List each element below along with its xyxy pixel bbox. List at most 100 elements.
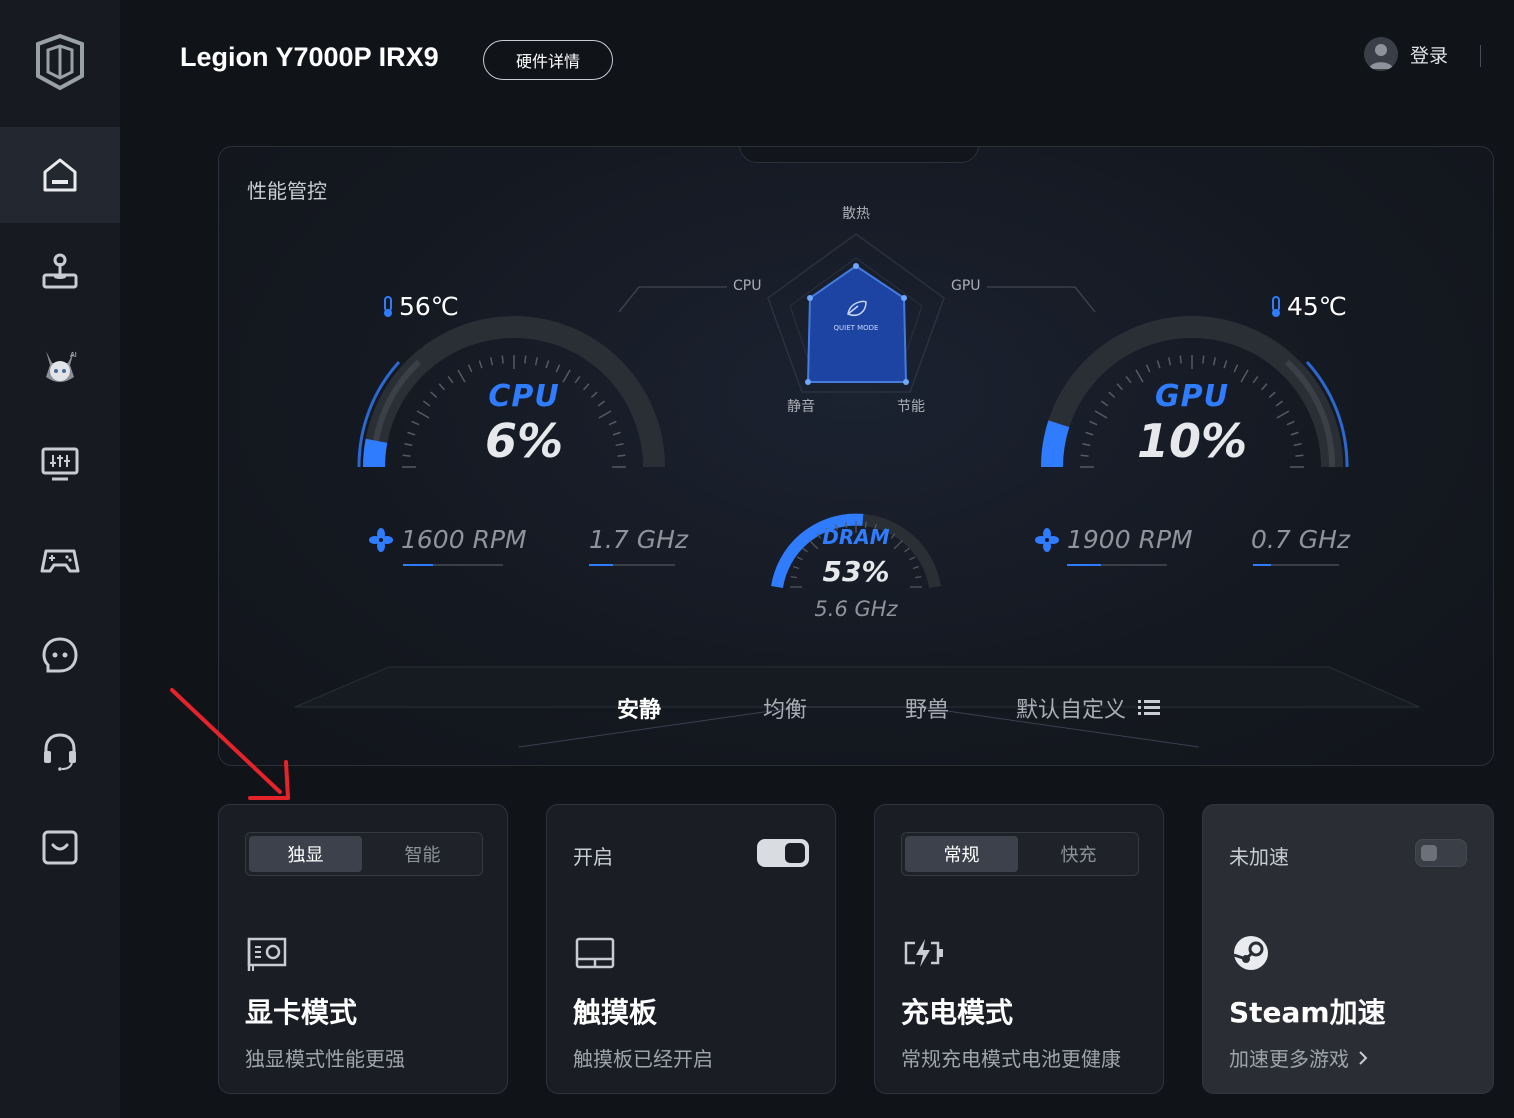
store-bag-icon: [42, 830, 78, 865]
radar-label-power-saving: 节能: [897, 399, 925, 415]
performance-radar: QUIET MODE: [767, 233, 945, 393]
gauge-tick: [1156, 360, 1161, 369]
svg-text:AI: AI: [70, 351, 77, 359]
gamepad-icon: [40, 549, 80, 573]
gpu-frequency-value: 0.7 GHz: [1251, 525, 1350, 554]
gauge-tick: [608, 420, 617, 426]
gauge-tick: [1167, 357, 1172, 366]
sidebar-item-gamepad[interactable]: [0, 511, 120, 607]
login-button[interactable]: 登录: [1364, 37, 1448, 71]
gauge-tick: [478, 360, 483, 369]
sidebar-item-headset[interactable]: [0, 703, 120, 799]
charging-mode-card: 常规 快充 充电模式 常规充电模式电池更健康: [874, 804, 1164, 1094]
login-label: 登录: [1410, 44, 1449, 67]
user-avatar-icon: [1364, 37, 1398, 71]
gauge-tick: [617, 454, 626, 457]
gauge-tick: [1212, 357, 1217, 366]
gpu-usage: 10%: [1136, 414, 1248, 468]
chevron-right-icon: [1359, 1050, 1368, 1065]
gpu-label: GPU: [1155, 379, 1229, 414]
mode-tab-custom[interactable]: 默认自定义: [1016, 692, 1161, 724]
sidebar-item-store[interactable]: [0, 799, 120, 895]
cpu-label-group: CPU 6%: [444, 379, 604, 468]
gauge-tick: [790, 576, 797, 579]
steam-toggle-label: 未加速: [1229, 845, 1289, 869]
cpu-frequency-value: 1.7 GHz: [589, 525, 688, 554]
gauge-tick: [1290, 431, 1299, 436]
battery-charging-icon: [904, 939, 943, 967]
legion-logo-icon: [36, 33, 84, 91]
gauge-tick: [545, 360, 550, 369]
charging-option-fast[interactable]: 快充: [1022, 836, 1135, 872]
steam-more-games-link[interactable]: 加速更多游戏: [1229, 1043, 1369, 1072]
cpu-fan-value: 1600 RPM: [401, 525, 527, 554]
gauge-tick: [1080, 454, 1089, 457]
touchpad-description: 触摸板已经开启: [573, 1047, 713, 1071]
gpu-mode-option-smart[interactable]: 智能: [366, 836, 479, 872]
gpu-mode-title: 显卡模式: [245, 996, 358, 1029]
gauge-tick: [430, 391, 438, 398]
gauge-tick: [404, 442, 413, 447]
mode-tab-beast[interactable]: 野兽: [905, 692, 949, 724]
cpu-temperature-value: 56℃: [399, 292, 459, 321]
annotation-arrow-icon: [170, 688, 290, 800]
cpu-temperature: 56℃: [381, 292, 459, 321]
steam-description: 加速更多游戏: [1229, 1047, 1349, 1071]
monitor-settings-icon: [41, 447, 79, 481]
gauge-tick: [612, 431, 621, 436]
gauge-tick: [555, 364, 561, 373]
gauge-tick: [402, 454, 411, 457]
fan-icon: [369, 527, 393, 552]
gauge-tick: [912, 566, 919, 570]
graphics-card-icon: [247, 937, 287, 971]
sidebar-item-ai-assistant[interactable]: AI: [0, 319, 120, 415]
gauge-tick: [909, 556, 916, 561]
list-icon[interactable]: [1138, 699, 1161, 717]
gauge-tick: [1179, 355, 1182, 364]
mode-tab-balanced[interactable]: 均衡: [763, 692, 807, 724]
sidebar-item-joystick[interactable]: [0, 223, 120, 319]
sidebar-item-chat-bot[interactable]: [0, 607, 120, 703]
gauge-tick: [467, 364, 473, 373]
gauge-tick: [1276, 410, 1290, 419]
mode-tab-quiet[interactable]: 安静: [617, 692, 661, 724]
gpu-mode-option-discrete[interactable]: 独显: [249, 836, 362, 872]
cpu-fan-bar: [403, 564, 503, 566]
thermometer-icon: [384, 295, 392, 317]
touchpad-toggle[interactable]: [757, 839, 809, 867]
home-icon: [43, 158, 77, 192]
gauge-tick: [1089, 420, 1098, 426]
gauge-tick: [1094, 410, 1108, 419]
charging-option-normal[interactable]: 常规: [905, 836, 1018, 872]
radar-label-cooling: 散热: [842, 206, 870, 222]
cpu-fan-speed: 1600 RPM: [369, 525, 527, 554]
gauge-tick: [1202, 355, 1205, 364]
gauge-tick: [422, 400, 431, 407]
header-divider: [1480, 45, 1481, 67]
charging-mode-switch: 常规 快充: [901, 832, 1139, 876]
joystick-icon: [42, 253, 78, 289]
gauge-tick: [1100, 400, 1109, 407]
thermometer-icon: [1272, 295, 1280, 317]
gpu-label-group: GPU 10%: [1112, 379, 1272, 468]
gauge-tick: [501, 355, 504, 364]
steam-boost-toggle[interactable]: [1415, 839, 1467, 867]
gpu-frequency: 0.7 GHz: [1251, 525, 1350, 554]
radar-label-cpu: CPU: [733, 278, 762, 294]
gauge-tick: [1275, 400, 1284, 407]
sidebar-item-home[interactable]: [0, 127, 120, 223]
gpu-mode-description: 独显模式性能更强: [245, 1047, 405, 1071]
cpu-frequency-bar: [589, 564, 675, 566]
gpu-fan-value: 1900 RPM: [1067, 525, 1193, 554]
gauge-tick: [1286, 420, 1295, 426]
gauge-tick: [1293, 442, 1302, 447]
sidebar-item-monitor-settings[interactable]: [0, 415, 120, 511]
gauge-tick: [489, 357, 494, 366]
steam-icon: [1233, 936, 1268, 970]
hardware-details-button[interactable]: 硬件详情: [483, 40, 613, 80]
cpu-frequency: 1.7 GHz: [589, 525, 688, 554]
dram-usage: 53%: [822, 555, 890, 588]
gpu-fan-bar: [1067, 564, 1167, 566]
cpu-usage: 6%: [484, 414, 564, 468]
gauge-tick: [796, 556, 803, 561]
